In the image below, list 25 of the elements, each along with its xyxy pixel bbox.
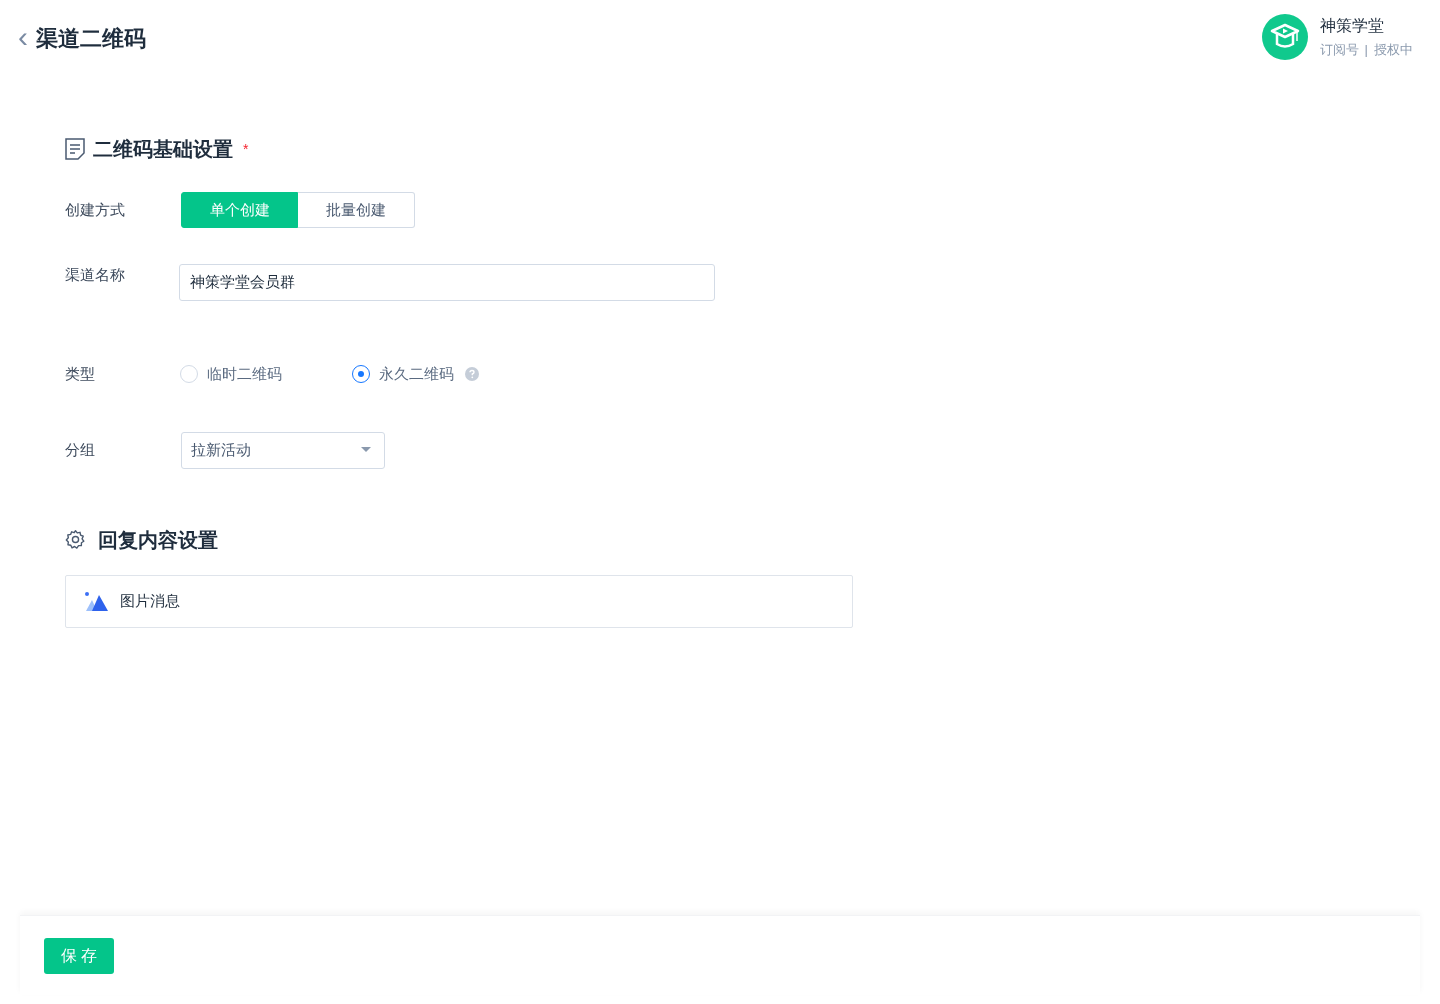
back-icon[interactable]: ‹	[18, 21, 28, 52]
required-mark: *	[243, 139, 249, 159]
radio-label[interactable]: 永久二维码	[379, 363, 454, 386]
field-label: 创建方式	[65, 199, 126, 220]
document-icon	[65, 138, 85, 160]
group-select[interactable]: 拉新活动	[181, 431, 385, 469]
field-label: 类型	[65, 364, 96, 384]
help-icon[interactable]	[465, 367, 479, 382]
caret-icon	[361, 447, 371, 453]
graduation-cap-logo-icon	[1261, 14, 1308, 60]
separator: |	[1364, 41, 1368, 60]
image-message-label: 图片消息	[120, 590, 180, 611]
channel-name-input[interactable]: 神策学堂会员群	[179, 264, 715, 301]
account-name: 神策学堂	[1319, 16, 1385, 37]
settings-icon	[65, 529, 86, 550]
account-status: 授权中	[1374, 41, 1413, 60]
page-title: 渠道二维码	[36, 25, 146, 53]
segment-tab[interactable]: 批量创建	[298, 192, 415, 228]
image-icon	[84, 591, 109, 611]
field-label: 分组	[65, 439, 96, 460]
account-type: 订阅号	[1319, 41, 1359, 60]
radio-label[interactable]: 临时二维码	[207, 363, 282, 386]
section-title: 二维码基础设置	[93, 137, 233, 162]
field-label: 渠道名称	[65, 265, 126, 285]
section-title: 回复内容设置	[98, 527, 218, 553]
